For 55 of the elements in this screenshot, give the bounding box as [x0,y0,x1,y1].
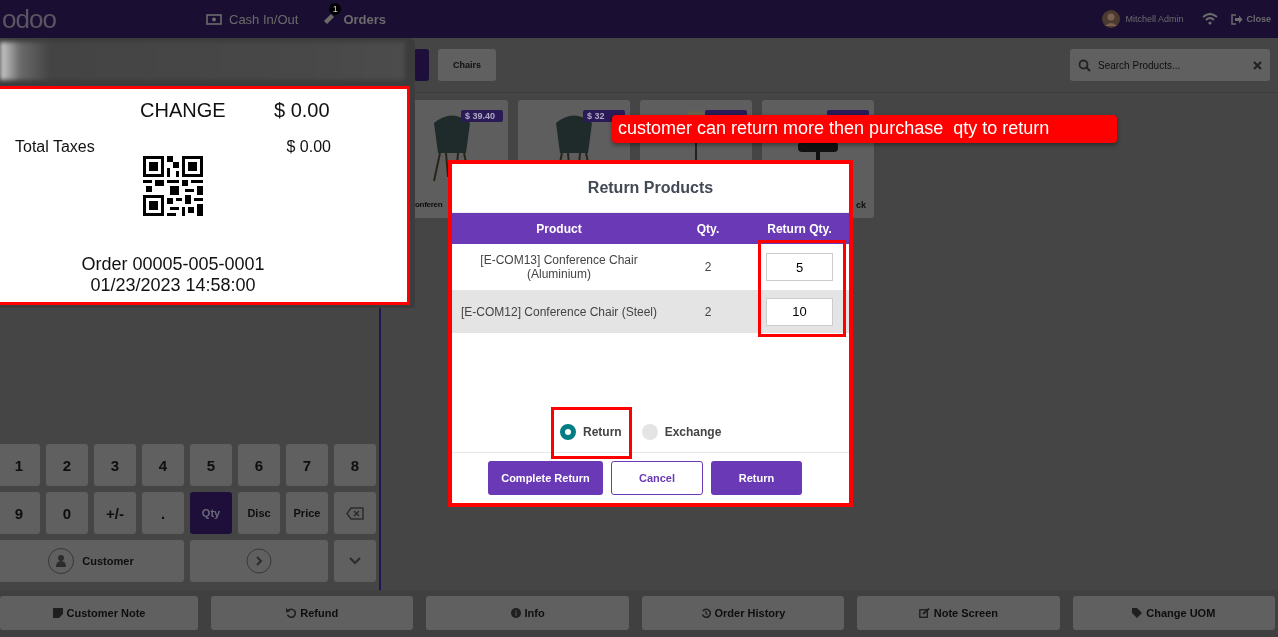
numpad-key[interactable]: . [142,492,184,534]
category-button[interactable]: Chairs [438,49,496,81]
action-button[interactable]: Refund [211,596,414,630]
product-cell-text: [E-COM13] Conference Chair (Aluminium) [479,253,639,281]
dialog-button[interactable]: Complete Return [488,461,603,495]
order-number: Order 00005-005-0001 [80,254,266,275]
price-tag: $ 39.40 [461,110,503,122]
column-header: Product [535,221,583,236]
column-header: Qty. [695,221,721,236]
user-name[interactable]: Mitchell Admin [1125,14,1184,24]
numpad-key[interactable]: 2 [46,444,88,486]
numpad-key[interactable]: 3 [94,444,136,486]
numpad-key[interactable]: Price [286,492,328,534]
action-button[interactable]: Customer Note [0,596,198,630]
product-cell-text: [E-COM12] Conference Chair (Steel) [459,304,659,319]
action-button[interactable]: Info [426,596,629,630]
dialog-button[interactable]: Cancel [611,461,703,495]
numpad-key[interactable]: Qty [190,492,232,534]
radio-option[interactable]: Exchange [641,424,722,440]
numpad-key[interactable]: 8 [334,444,376,486]
numpad-key[interactable]: 6 [238,444,280,486]
product-name: onferen [414,200,444,209]
taxes-label: Total Taxes [15,138,95,156]
product-name: ck [855,200,867,210]
numpad-key[interactable]: 5 [190,444,232,486]
dialog-button[interactable]: Return [711,461,802,495]
qty-cell-text: 2 [703,304,713,319]
numpad-key[interactable]: 7 [286,444,328,486]
count-badge: 1 [329,3,342,15]
menu-item[interactable]: Orders [343,11,386,27]
radio-option[interactable]: Return [560,424,622,440]
numpad-key[interactable]: 9 [0,492,40,534]
logo: odoo [2,3,57,35]
action-button[interactable]: Change UOM [1072,596,1275,630]
numpad-key[interactable]: +/- [94,492,136,534]
action-button[interactable]: Note Screen [857,596,1060,630]
close-button[interactable]: Close [1231,13,1271,25]
numpad-key[interactable]: Disc [238,492,280,534]
numpad-key[interactable]: 1 [0,444,40,486]
return-qty-input[interactable]: 10 [766,297,833,326]
column-header: Return Qty. [766,221,833,236]
annotation-note: customer can return more then purchase qty to return [612,115,1117,143]
numpad-key[interactable]: 4 [142,444,184,486]
return-qty-input[interactable]: 5 [766,253,833,281]
change-label: CHANGE [140,99,227,122]
customer-button[interactable]: Customer [0,540,184,582]
menu-item[interactable]: Cash In/Out [229,11,299,27]
numpad-key[interactable]: 0 [46,492,88,534]
change-value: $ 0.00 [274,99,330,122]
action-button[interactable]: Order History [641,596,845,630]
order-date: 01/23/2023 14:58:00 [89,275,257,296]
qty-cell-text: 2 [703,260,713,274]
search-field[interactable]: Search Products... [1096,58,1248,72]
search-bar[interactable]: Search Products... [1070,49,1270,81]
taxes-value: $ 0.00 [286,138,331,156]
